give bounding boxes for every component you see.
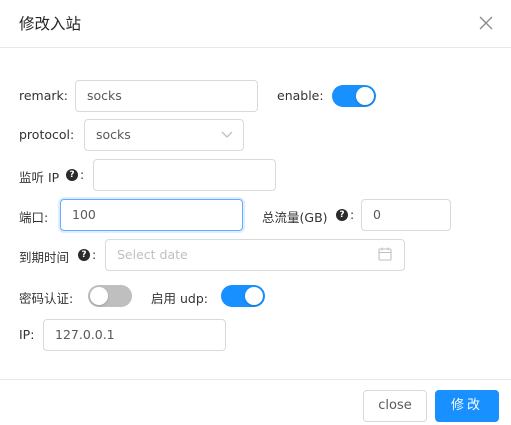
expiry-colon: : — [92, 247, 97, 262]
dialog-title: 修改入站 — [19, 15, 82, 33]
expiry-label: 到期时间 — [19, 250, 70, 265]
total-traffic-colon: : — [350, 207, 355, 222]
listen-ip-colon: : — [80, 167, 85, 182]
toggle-knob — [245, 287, 263, 305]
port-label: 端口: — [19, 210, 49, 225]
protocol-select-value: socks — [96, 127, 131, 142]
expiry-date-picker[interactable]: Select date — [105, 239, 405, 271]
close-button[interactable]: close — [363, 390, 427, 422]
toggle-knob — [356, 87, 374, 105]
toggle-knob — [90, 287, 108, 305]
remark-input[interactable]: socks — [75, 80, 258, 112]
footer-divider — [0, 379, 511, 380]
protocol-label: protocol: — [19, 127, 75, 142]
question-icon[interactable]: ? — [336, 209, 348, 221]
udp-label: 启用 udp: — [151, 291, 208, 306]
password-auth-label: 密码认证: — [19, 291, 74, 306]
protocol-select[interactable]: socks — [84, 119, 244, 151]
enable-label: enable: — [277, 88, 324, 103]
calendar-icon — [378, 240, 392, 270]
submit-button[interactable]: 修改 — [435, 390, 499, 422]
close-icon[interactable] — [477, 14, 495, 32]
remark-label: remark: — [19, 88, 68, 103]
expiry-placeholder: Select date — [117, 247, 188, 262]
edit-inbound-dialog: 修改入站 remark: socks enable: protocol: soc… — [0, 0, 511, 425]
listen-ip-input[interactable] — [93, 159, 276, 191]
dialog-header: 修改入站 — [0, 0, 511, 48]
password-auth-toggle[interactable] — [88, 285, 132, 307]
port-input[interactable]: 100 — [60, 199, 243, 231]
ip-label: IP: — [19, 327, 35, 342]
chevron-down-icon — [221, 120, 233, 150]
listen-ip-label: 监听 IP — [19, 170, 60, 185]
ip-input[interactable]: 127.0.0.1 — [43, 319, 226, 351]
enable-toggle[interactable] — [332, 85, 376, 107]
question-icon[interactable]: ? — [78, 249, 90, 261]
question-icon[interactable]: ? — [66, 169, 78, 181]
udp-toggle[interactable] — [221, 285, 265, 307]
total-traffic-input[interactable]: 0 — [361, 199, 451, 231]
total-traffic-label: 总流量(GB) — [262, 210, 328, 225]
